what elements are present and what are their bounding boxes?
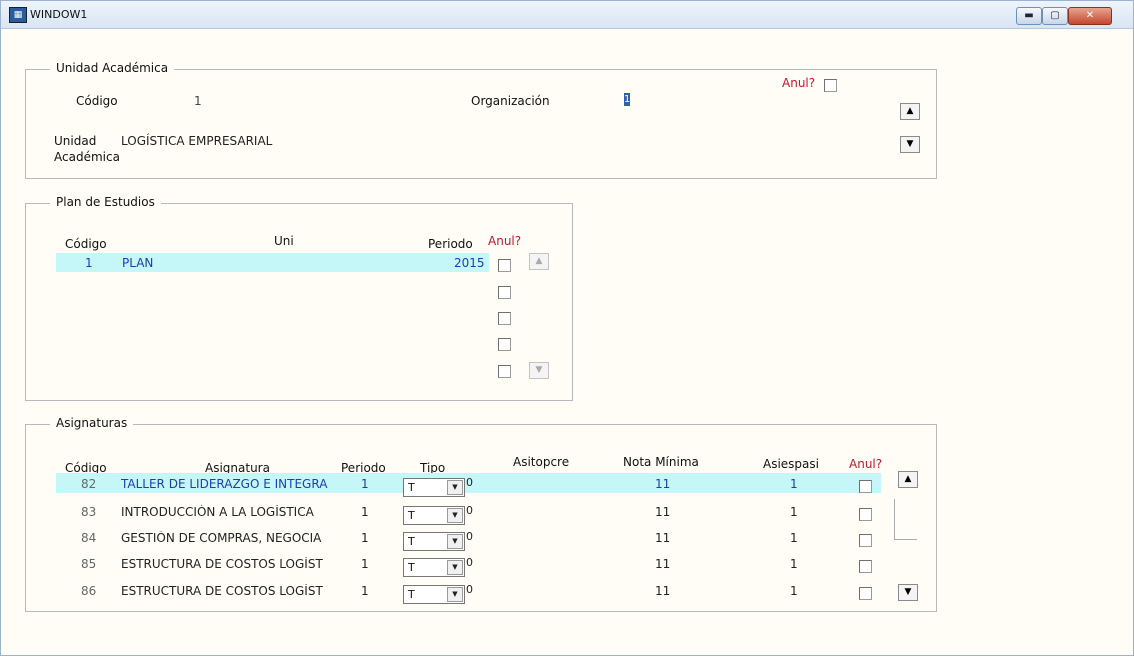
asig-row-asignatura[interactable]: INTRODUCCIÓN A LA LOGÍSTICA: [121, 505, 331, 519]
asig-row-codigo[interactable]: 84: [81, 531, 96, 545]
asig-row-periodo[interactable]: 1: [361, 584, 369, 598]
asig-row-anul-checkbox[interactable]: [859, 480, 872, 493]
asignaturas-legend: Asignaturas: [50, 416, 134, 430]
asig-row-asitopcre[interactable]: 0: [466, 530, 473, 543]
asig-scroll-down-button[interactable]: ▼: [898, 584, 918, 601]
unidad-field[interactable]: LOGÍSTICA EMPRESARIAL: [121, 134, 272, 148]
scroll-up-button[interactable]: ▲: [900, 103, 920, 120]
asig-row-periodo[interactable]: 1: [361, 477, 369, 491]
asig-header-asiespasi: Asiespasi: [763, 457, 819, 471]
asig-row-asiespasi[interactable]: 1: [790, 477, 798, 491]
app-icon: ▦: [9, 7, 27, 23]
asig-row-asiespasi[interactable]: 1: [790, 557, 798, 571]
asig-row-periodo[interactable]: 1: [361, 505, 369, 519]
plan-anul-checkbox-3[interactable]: [498, 312, 511, 325]
asig-row-nota[interactable]: 11: [655, 505, 670, 519]
unidad-label: Unidad: [54, 134, 97, 148]
asig-header-nota: Nota Mínima: [623, 455, 699, 469]
asig-row-nota[interactable]: 11: [655, 557, 670, 571]
anul-label: Anul?: [782, 76, 816, 90]
asig-row-anul-checkbox[interactable]: [859, 508, 872, 521]
asig-header-anul: Anul?: [849, 457, 883, 471]
asig-header-asitopcre: Asitopcre: [513, 455, 570, 469]
asig-row-tipo-dropdown[interactable]: T ▼: [403, 506, 465, 525]
asig-row-codigo[interactable]: 83: [81, 505, 96, 519]
asig-row-periodo[interactable]: 1: [361, 557, 369, 571]
asig-row-tipo-dropdown[interactable]: T ▼: [403, 532, 465, 551]
asig-row-asitopcre[interactable]: 0: [466, 476, 473, 489]
scroll-down-button[interactable]: ▼: [900, 136, 920, 153]
codigo-label: Código: [76, 94, 118, 108]
asig-row-asignatura[interactable]: TALLER DE LIDERAZGO E INTEGRA: [121, 477, 331, 491]
asig-row-tipo-dropdown[interactable]: T ▼: [403, 478, 465, 497]
asig-row-asitopcre[interactable]: 0: [466, 583, 473, 596]
main-window: ▦ WINDOW1 ▬ ▢ ✕ Unidad Académica Código …: [0, 0, 1134, 656]
asig-scroll-up-button[interactable]: ▲: [898, 471, 918, 488]
asig-row-codigo[interactable]: 85: [81, 557, 96, 571]
asig-row-tipo-dropdown[interactable]: T ▼: [403, 585, 465, 604]
asig-row-nota[interactable]: 11: [655, 477, 670, 491]
codigo-field[interactable]: 1: [194, 94, 202, 108]
asig-scrollbar-thumb[interactable]: [894, 499, 917, 540]
plan-row-periodo[interactable]: 2015: [454, 256, 485, 270]
tipo-value: T: [408, 481, 415, 494]
maximize-button[interactable]: ▢: [1042, 7, 1068, 25]
asig-row-anul-checkbox[interactable]: [859, 587, 872, 600]
chevron-down-icon[interactable]: ▼: [447, 480, 463, 495]
minimize-button[interactable]: ▬: [1016, 7, 1042, 25]
chevron-down-icon[interactable]: ▼: [447, 534, 463, 549]
window-title: WINDOW1: [30, 8, 88, 21]
asig-row-codigo[interactable]: 86: [81, 584, 96, 598]
asig-row-anul-checkbox[interactable]: [859, 560, 872, 573]
asig-row-tipo-dropdown[interactable]: T ▼: [403, 558, 465, 577]
chevron-down-icon[interactable]: ▼: [447, 560, 463, 575]
asig-row-asignatura[interactable]: ESTRUCTURA DE COSTOS LOGÍST: [121, 584, 331, 598]
tipo-value: T: [408, 535, 415, 548]
plan-header-periodo: Periodo: [428, 237, 473, 251]
plan-estudios-group: Plan de Estudios: [25, 195, 573, 401]
asig-row-periodo[interactable]: 1: [361, 531, 369, 545]
plan-row-codigo[interactable]: 1: [85, 256, 93, 270]
chevron-down-icon[interactable]: ▼: [447, 587, 463, 602]
plan-header-codigo: Código: [65, 237, 107, 251]
tipo-value: T: [408, 588, 415, 601]
asig-row-codigo[interactable]: 82: [81, 477, 96, 491]
plan-estudios-legend: Plan de Estudios: [50, 195, 161, 209]
plan-scroll-down-button[interactable]: ▼: [529, 362, 549, 379]
plan-row-highlight: [56, 253, 489, 272]
asig-row-nota[interactable]: 11: [655, 584, 670, 598]
plan-header-uni: Uni: [274, 234, 294, 248]
plan-header-anul: Anul?: [488, 234, 522, 248]
anul-checkbox[interactable]: [824, 79, 837, 92]
title-bar[interactable]: ▦ WINDOW1 ▬ ▢ ✕: [1, 1, 1133, 29]
asig-row-asitopcre[interactable]: 0: [466, 504, 473, 517]
organizacion-field[interactable]: 1: [624, 93, 630, 106]
asig-row-asignatura[interactable]: GESTIÓN DE COMPRAS, NEGOCIA: [121, 531, 331, 545]
asig-row-asiespasi[interactable]: 1: [790, 505, 798, 519]
unidad-academica-legend: Unidad Académica: [50, 61, 175, 75]
asig-row-asiespasi[interactable]: 1: [790, 531, 798, 545]
plan-anul-checkbox-1[interactable]: [498, 259, 511, 272]
academica-label: Académica: [54, 150, 120, 164]
tipo-value: T: [408, 509, 415, 522]
asig-row-anul-checkbox[interactable]: [859, 534, 872, 547]
tipo-value: T: [408, 561, 415, 574]
asig-row-asignatura[interactable]: ESTRUCTURA DE COSTOS LOGÍST: [121, 557, 331, 571]
organizacion-label: Organización: [471, 94, 550, 108]
asig-row-nota[interactable]: 11: [655, 531, 670, 545]
plan-anul-checkbox-5[interactable]: [498, 365, 511, 378]
plan-anul-checkbox-4[interactable]: [498, 338, 511, 351]
plan-scroll-up-button[interactable]: ▲: [529, 253, 549, 270]
plan-anul-checkbox-2[interactable]: [498, 286, 511, 299]
asig-row-asiespasi[interactable]: 1: [790, 584, 798, 598]
plan-row-uni[interactable]: PLAN: [122, 256, 153, 270]
asig-row-asitopcre[interactable]: 0: [466, 556, 473, 569]
close-button[interactable]: ✕: [1068, 7, 1112, 25]
chevron-down-icon[interactable]: ▼: [447, 508, 463, 523]
